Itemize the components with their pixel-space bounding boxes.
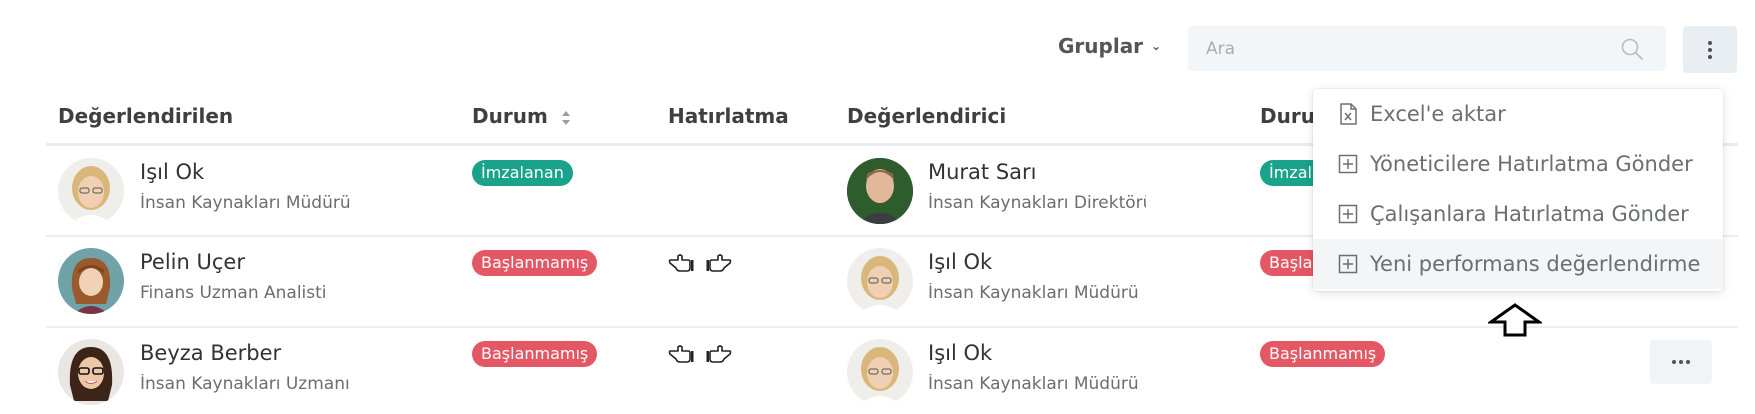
header-status[interactable]: Durum [472, 104, 571, 128]
hand-point-left-icon[interactable] [668, 343, 694, 365]
avatar [847, 158, 913, 224]
evaluator-name[interactable]: Işıl Ok [928, 250, 992, 274]
status-badge: Başlanmamış [1260, 250, 1313, 276]
menu-item-label: Çalışanlara Hatırlatma Gönder [1370, 202, 1689, 226]
evaluated-name[interactable]: Pelin Uçer [140, 250, 245, 274]
evaluated-name[interactable]: Işıl Ok [140, 160, 204, 184]
header-status-label: Durum [472, 104, 548, 128]
more-actions-button[interactable] [1683, 26, 1737, 73]
menu-item-label: Yeni performans değerlendirme [1370, 252, 1701, 276]
sort-icon[interactable] [561, 110, 571, 126]
plus-square-icon [1338, 204, 1358, 224]
search-box [1188, 26, 1666, 71]
evaluator-title: İnsan Kaynakları Müdürü [928, 374, 1139, 394]
menu-item-label: Excel'e aktar [1370, 102, 1506, 126]
status-badge: Başlanmamış [472, 250, 598, 276]
avatar [58, 248, 124, 314]
avatar [847, 339, 913, 405]
evaluated-title: Finans Uzman Analisti [140, 283, 327, 303]
menu-item-label: Yöneticilere Hatırlatma Gönder [1370, 152, 1693, 176]
header-evaluated: Değerlendirilen [58, 104, 234, 128]
groups-dropdown-button[interactable]: Gruplar ⌄ [1058, 34, 1161, 58]
ellipsis-icon [1672, 360, 1676, 364]
actions-dropdown-menu: Excel'e aktar Yöneticilere Hatırlatma Gö… [1313, 89, 1723, 291]
header-reminder: Hatırlatma [668, 104, 789, 128]
chevron-down-icon: ⌄ [1151, 39, 1162, 53]
status-badge: Başlanmamış [472, 341, 598, 367]
hand-point-right-icon[interactable] [706, 252, 732, 274]
menu-item-new-performance-review[interactable]: Yeni performans değerlendirme [1313, 239, 1723, 289]
reminder-actions [668, 252, 732, 274]
status-badge: Başlanmamış [1260, 341, 1386, 367]
evaluated-title: İnsan Kaynakları Müdürü [140, 193, 351, 213]
plus-square-icon [1338, 154, 1358, 174]
header-evaluator: Değerlendirici [847, 104, 1007, 128]
menu-item-export-excel[interactable]: Excel'e aktar [1313, 89, 1723, 139]
avatar [847, 248, 913, 314]
search-icon[interactable] [1620, 37, 1644, 61]
evaluated-name[interactable]: Beyza Berber [140, 341, 281, 365]
status-badge: İmzalanan [472, 160, 573, 186]
avatar [58, 158, 124, 224]
excel-file-icon [1340, 103, 1357, 125]
menu-item-remind-employees[interactable]: Çalışanlara Hatırlatma Gönder [1313, 189, 1723, 239]
status-badge: İmzalanan [1260, 160, 1313, 186]
up-arrow-icon [1488, 303, 1542, 337]
row-divider [46, 326, 1738, 328]
evaluator-name[interactable]: Işıl Ok [928, 341, 992, 365]
menu-item-remind-managers[interactable]: Yöneticilere Hatırlatma Gönder [1313, 139, 1723, 189]
search-input[interactable] [1188, 26, 1666, 71]
avatar [58, 339, 124, 405]
hand-point-right-icon[interactable] [706, 343, 732, 365]
kebab-icon [1708, 40, 1712, 59]
groups-label: Gruplar [1058, 34, 1144, 58]
evaluator-title: İnsan Kaynakları Direktörü [928, 193, 1146, 213]
hand-point-left-icon[interactable] [668, 252, 694, 274]
row-actions-button[interactable] [1650, 340, 1712, 384]
evaluator-name[interactable]: Murat Sarı [928, 160, 1037, 184]
evaluator-title: İnsan Kaynakları Müdürü [928, 283, 1139, 303]
reminder-actions [668, 343, 732, 365]
plus-square-icon [1338, 254, 1358, 274]
evaluated-title: İnsan Kaynakları Uzmanı [140, 374, 350, 394]
